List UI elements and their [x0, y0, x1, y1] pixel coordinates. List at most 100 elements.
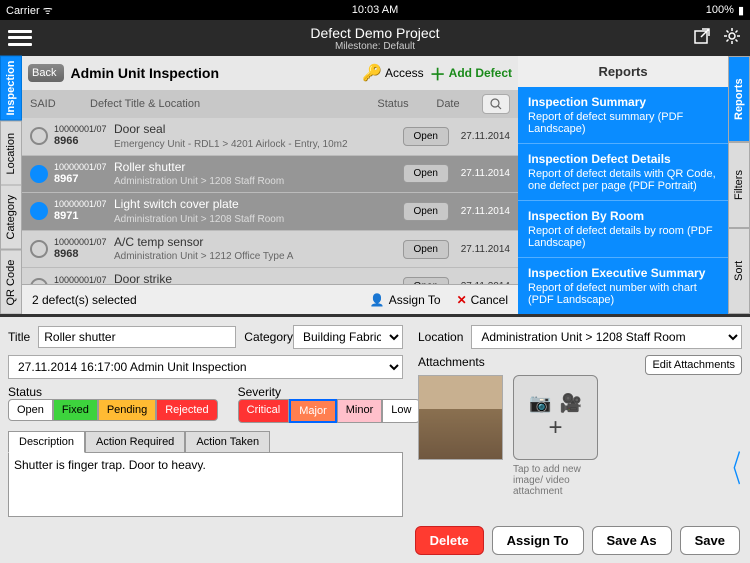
- save-as-button[interactable]: Save As: [592, 526, 672, 555]
- report-item[interactable]: Inspection SummaryReport of defect summa…: [518, 87, 728, 144]
- add-attachment-button[interactable]: 📷🎥 +: [513, 375, 598, 460]
- report-item[interactable]: Inspection Defect DetailsReport of defec…: [518, 144, 728, 201]
- tab-inspection[interactable]: Inspection: [0, 56, 22, 121]
- defect-date: 27.11.2014: [455, 244, 510, 255]
- status-label: Status: [8, 385, 42, 399]
- camera-icon: 📷: [529, 393, 551, 414]
- tab-reports[interactable]: Reports: [728, 56, 750, 142]
- defect-title: Door seal: [114, 122, 403, 138]
- defect-location: Administration Unit > 1208 Staff Room: [114, 175, 403, 188]
- defect-title: Roller shutter: [114, 160, 403, 176]
- col-said: SAID: [30, 98, 90, 110]
- save-button[interactable]: Save: [680, 526, 740, 555]
- select-radio[interactable]: [30, 127, 48, 145]
- title-input[interactable]: [38, 326, 236, 348]
- location-label: Location: [418, 330, 463, 344]
- collapse-handle[interactable]: 〈: [723, 440, 741, 492]
- defect-row[interactable]: 10000001/078966 Door sealEmergency Unit …: [22, 118, 518, 156]
- said-cell: 10000001/078969: [54, 275, 114, 284]
- defect-date: 27.11.2014: [455, 131, 510, 142]
- said-cell: 10000001/078966: [54, 124, 114, 148]
- assign-to-button-detail[interactable]: Assign To: [492, 526, 584, 555]
- tab-qrcode[interactable]: QR Code: [0, 250, 22, 315]
- col-title: Defect Title & Location: [90, 98, 368, 110]
- severity-critical[interactable]: Critical: [238, 399, 290, 423]
- cancel-button[interactable]: ✕Cancel: [457, 293, 508, 307]
- status-button[interactable]: Open: [403, 277, 449, 284]
- project-title: Defect Demo Project: [310, 25, 439, 41]
- severity-low[interactable]: Low: [382, 399, 420, 423]
- status-button[interactable]: Open: [403, 164, 449, 183]
- inspection-title: Admin Unit Inspection: [70, 65, 219, 81]
- status-open[interactable]: Open: [8, 399, 53, 421]
- x-icon: ✕: [457, 293, 467, 307]
- wifi-icon: ᯤ: [43, 5, 53, 17]
- plus-icon: ＋: [430, 61, 446, 85]
- said-cell: 10000001/078971: [54, 199, 114, 223]
- status-pending[interactable]: Pending: [98, 399, 156, 421]
- attachment-hint: Tap to add new image/ video attachment: [513, 464, 598, 497]
- description-textarea[interactable]: Shutter is finger trap. Door to heavy.: [8, 452, 403, 517]
- category-label: Category: [244, 330, 293, 344]
- menu-icon[interactable]: [8, 28, 32, 48]
- report-item[interactable]: Inspection By RoomReport of defect detai…: [518, 201, 728, 258]
- tab-action-taken[interactable]: Action Taken: [185, 431, 270, 453]
- select-radio[interactable]: [30, 240, 48, 258]
- defect-title: A/C temp sensor: [114, 235, 403, 251]
- tab-sort[interactable]: Sort: [728, 228, 750, 314]
- severity-major[interactable]: Major: [289, 399, 337, 423]
- gear-icon[interactable]: [722, 26, 742, 51]
- defect-location: Administration Unit > 1212 Office Type A: [114, 250, 403, 263]
- assign-to-button[interactable]: 👤Assign To: [370, 293, 441, 307]
- attachments-label: Attachments: [418, 355, 485, 369]
- popout-icon[interactable]: [692, 26, 712, 51]
- tab-location[interactable]: Location: [0, 121, 22, 186]
- report-item[interactable]: Inspection Executive SummaryReport of de…: [518, 258, 728, 315]
- attachment-thumbnail[interactable]: [418, 375, 503, 460]
- reports-header: Reports: [518, 56, 728, 87]
- status-button[interactable]: Open: [403, 202, 449, 221]
- defect-title: Light switch cover plate: [114, 197, 403, 213]
- defect-location: Emergency Unit - RDL1 > 4201 Airlock - E…: [114, 138, 403, 151]
- defect-date: 27.11.2014: [455, 168, 510, 179]
- selection-count: 2 defect(s) selected: [32, 293, 137, 307]
- status-fixed[interactable]: Fixed: [53, 399, 98, 421]
- defect-row[interactable]: 10000001/078967 Roller shutterAdministra…: [22, 156, 518, 194]
- col-date: Date: [418, 98, 478, 110]
- title-label: Title: [8, 330, 30, 344]
- inspection-select[interactable]: 27.11.2014 16:17:00 Admin Unit Inspectio…: [8, 355, 403, 379]
- key-icon: 🔑: [362, 63, 382, 83]
- select-radio[interactable]: [30, 165, 48, 183]
- defect-row[interactable]: 10000001/078971 Light switch cover plate…: [22, 193, 518, 231]
- tab-filters[interactable]: Filters: [728, 142, 750, 228]
- defect-location: Administration Unit > 1208 Staff Room: [114, 213, 403, 226]
- defect-row[interactable]: 10000001/078969 Door strikeAdministratio…: [22, 268, 518, 284]
- defect-row[interactable]: 10000001/078968 A/C temp sensorAdministr…: [22, 231, 518, 269]
- edit-attachments-button[interactable]: Edit Attachments: [645, 355, 742, 375]
- plus-icon: +: [548, 414, 562, 442]
- defect-date: 27.11.2014: [455, 206, 510, 217]
- delete-button[interactable]: Delete: [415, 526, 484, 555]
- search-button[interactable]: [482, 94, 510, 114]
- severity-minor[interactable]: Minor: [337, 399, 383, 423]
- status-button[interactable]: Open: [403, 240, 449, 259]
- battery-label: 100%: [706, 4, 734, 16]
- tab-description[interactable]: Description: [8, 431, 85, 453]
- clock: 10:03 AM: [352, 4, 398, 16]
- tab-action-required[interactable]: Action Required: [85, 431, 185, 453]
- status-rejected[interactable]: Rejected: [156, 399, 217, 421]
- location-select[interactable]: Administration Unit > 1208 Staff Room: [471, 325, 742, 349]
- severity-label: Severity: [238, 385, 281, 399]
- col-status: Status: [368, 98, 418, 110]
- carrier-label: Carrier: [6, 5, 40, 17]
- said-cell: 10000001/078967: [54, 162, 114, 186]
- milestone-subtitle: Milestone: Default: [310, 41, 439, 52]
- tab-category[interactable]: Category: [0, 185, 22, 250]
- select-radio[interactable]: [30, 202, 48, 220]
- category-select[interactable]: Building Fabric: [293, 325, 403, 349]
- access-button[interactable]: 🔑Access: [362, 63, 424, 83]
- battery-icon: ▮: [738, 4, 744, 17]
- status-button[interactable]: Open: [403, 127, 449, 146]
- back-button[interactable]: Back: [28, 64, 64, 82]
- add-defect-button[interactable]: ＋Add Defect: [430, 61, 512, 85]
